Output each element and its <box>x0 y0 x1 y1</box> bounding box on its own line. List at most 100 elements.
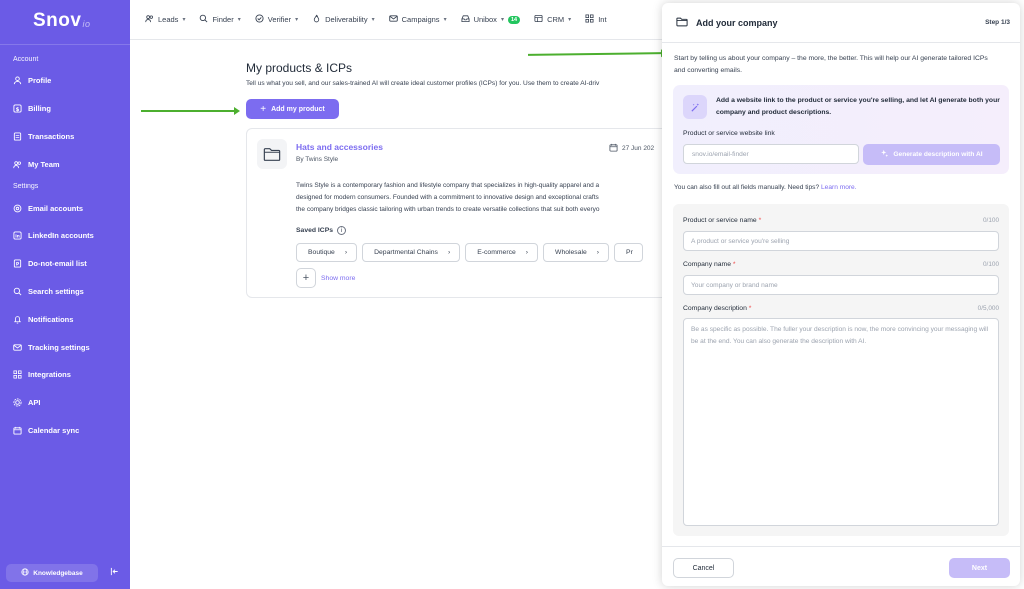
panel-footer: Cancel Next <box>662 546 1020 586</box>
nav-label: Leads <box>158 15 179 24</box>
product-description: Twins Style is a contemporary fashion an… <box>296 180 669 215</box>
product-owner: By Twins Style <box>296 156 339 163</box>
chevron-down-icon: ▾ <box>295 17 299 23</box>
sidebar-item-label: API <box>28 398 41 408</box>
chevron-down-icon: ▾ <box>443 17 447 23</box>
generate-description-button[interactable]: Generate description with AI <box>863 144 1000 165</box>
team-icon <box>13 160 22 169</box>
sidebar-item-transactions[interactable]: Transactions <box>0 123 130 151</box>
unibox-count-badge: 14 <box>507 15 521 24</box>
show-more-icps[interactable]: + Show more <box>296 268 355 288</box>
svg-text:P: P <box>16 261 20 267</box>
company-description-label: Company description * <box>683 305 751 312</box>
sidebar-item-notifications[interactable]: Notifications <box>0 305 130 333</box>
sidebar-item-my-team[interactable]: My Team <box>0 150 130 178</box>
show-more-link[interactable]: Show more <box>321 275 355 282</box>
nav-leads[interactable]: Leads ▾ <box>145 14 185 25</box>
company-name-input[interactable]: Your company or brand name <box>683 275 999 295</box>
sidebar-item-label: Integrations <box>28 370 71 380</box>
nav-verifier[interactable]: Verifier ▾ <box>255 14 298 25</box>
sidebar-item-label: Calendar sync <box>28 425 80 435</box>
chevron-right-icon: › <box>596 249 600 256</box>
sidebar-item-search-settings[interactable]: Search settings <box>0 278 130 306</box>
icp-chip-boutique[interactable]: Boutique › <box>296 243 358 262</box>
saved-icps-heading: Saved ICPs i <box>296 226 347 235</box>
ai-generate-text: Add a website link to the product or ser… <box>716 97 1000 116</box>
product-name-input[interactable]: A product or service you're selling <box>683 231 999 251</box>
panel-header: Add your company Step 1/3 <box>662 3 1020 43</box>
icp-chip-partial[interactable]: Pr <box>614 243 643 262</box>
product-name-label: Product or service name * <box>683 217 761 224</box>
chevron-down-icon: ▾ <box>568 17 572 23</box>
sidebar-item-api[interactable]: API <box>0 389 130 417</box>
nav-integrations[interactable]: Int <box>585 14 607 25</box>
sidebar-section-account: Account <box>13 56 39 63</box>
icp-chip-e-commerce[interactable]: E-commerce › <box>465 243 539 262</box>
sidebar-item-profile[interactable]: Profile <box>0 67 130 95</box>
icp-chip-departmental-chains[interactable]: Departmental Chains › <box>362 243 461 262</box>
svg-text:$: $ <box>16 107 20 113</box>
product-name-counter: 0/100 <box>983 217 999 224</box>
sidebar-item-label: Search settings <box>28 286 84 296</box>
sidebar-item-label: Transactions <box>28 131 75 141</box>
product-name-label-text: Product or service name <box>683 217 757 224</box>
svg-text:in: in <box>15 234 20 240</box>
knowledgebase-button[interactable]: Knowledgebase <box>6 564 98 582</box>
nav-deliverability[interactable]: Deliverability ▾ <box>312 14 375 25</box>
do-not-email-icon: P <box>13 259 22 268</box>
website-link-input[interactable]: snov.io/email-finder <box>683 144 859 164</box>
nav-finder[interactable]: Finder ▾ <box>199 14 241 25</box>
add-my-product-label: Add my product <box>271 105 325 113</box>
collapse-sidebar-icon[interactable] <box>110 567 119 578</box>
nav-campaigns[interactable]: Campaigns ▾ <box>388 14 447 25</box>
description-line: Twins Style is a contemporary fashion an… <box>296 182 600 189</box>
sidebar-item-integrations[interactable]: Integrations <box>0 361 130 389</box>
top-navigation: Leads ▾ Finder ▾ Verifier ▾ Deliverability ▾… <box>130 0 670 40</box>
manual-tip: You can also fill out all fields manuall… <box>674 184 857 191</box>
snov-logo[interactable]: Snov io <box>0 0 130 42</box>
mail-tracking-icon <box>13 343 22 352</box>
sidebar-item-tracking-settings[interactable]: Tracking settings <box>0 333 130 361</box>
nav-unibox[interactable]: Unibox ▾ 14 <box>461 14 521 25</box>
calendar-icon <box>13 426 22 435</box>
sidebar-item-do-not-email[interactable]: P Do-not-email list <box>0 250 130 278</box>
add-my-product-button[interactable]: + Add my product <box>246 99 339 119</box>
icp-chip-label: Pr <box>626 249 633 256</box>
learn-more-link[interactable]: Learn more. <box>821 184 857 191</box>
check-circle-icon <box>255 14 264 25</box>
info-icon[interactable]: i <box>337 226 347 235</box>
product-date: 27 Jun 202 <box>609 143 654 154</box>
panel-title: Add your company <box>696 17 778 28</box>
logo-text: Snov <box>33 10 82 31</box>
cancel-button[interactable]: Cancel <box>673 558 734 578</box>
saved-icps-label: Saved ICPs <box>296 227 334 234</box>
product-card[interactable]: Hats and accessories By Twins Style 27 J… <box>246 128 670 298</box>
description-line: the company bridges classic tailoring wi… <box>296 205 600 213</box>
search-icon <box>13 287 22 296</box>
folder-icon <box>257 139 287 169</box>
sidebar-item-label: Do-not-email list <box>28 259 87 269</box>
nav-crm[interactable]: CRM ▾ <box>534 14 571 25</box>
nav-label: Campaigns <box>401 15 440 24</box>
product-name-link[interactable]: Hats and accessories <box>296 142 383 152</box>
grid-icon <box>13 370 22 379</box>
search-icon <box>199 14 208 25</box>
icp-chip-wholesale[interactable]: Wholesale › <box>543 243 610 262</box>
company-description-textarea[interactable]: Be as specific as possible. The fuller y… <box>683 318 999 526</box>
next-button[interactable]: Next <box>949 558 1010 578</box>
sidebar-item-billing[interactable]: $ Billing <box>0 95 130 123</box>
sidebar-item-label: Tracking settings <box>28 342 90 352</box>
annotation-arrow-panel <box>527 52 663 56</box>
sidebar-item-label: Email accounts <box>28 203 84 213</box>
nav-label: Finder <box>212 15 234 24</box>
crm-icon <box>534 14 543 25</box>
sparkle-icon <box>880 149 889 160</box>
sidebar-item-email-accounts[interactable]: Email accounts <box>0 194 130 222</box>
plus-icon[interactable]: + <box>296 268 316 288</box>
sidebar-item-linkedin-accounts[interactable]: in LinkedIn accounts <box>0 222 130 250</box>
sidebar-item-calendar-sync[interactable]: Calendar sync <box>0 417 130 445</box>
magic-wand-icon <box>683 95 707 119</box>
sidebar-item-label: Billing <box>28 104 51 114</box>
company-name-label: Company name * <box>683 261 736 268</box>
inbox-icon <box>461 14 470 25</box>
